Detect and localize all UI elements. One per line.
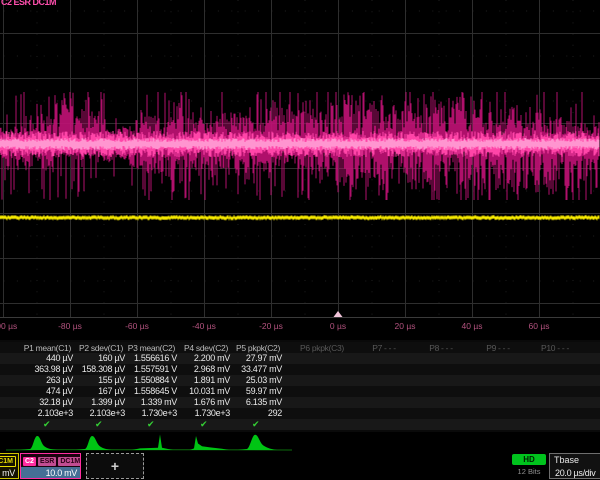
parameter-header-inactive[interactable]: P8 - - - [411,343,471,353]
time-axis-label: -20 µs [259,321,283,331]
histicon-row [0,431,300,452]
add-trace-button[interactable]: + [86,453,144,479]
timebase-scale: 20.0 µs/div [550,467,600,479]
measurement-value: 59.97 mV [220,386,282,396]
c2-coupling-badge: DC1M [58,457,81,466]
trigger-time-marker [334,311,343,317]
descriptor-bar: DC1M 50.0 mV C2 ESR DC1M 10.0 mV + HD 12… [0,452,600,480]
measurement-value: 27.97 mV [220,353,282,363]
c2-scale-value: 10.0 mV [21,467,80,479]
timebase-box[interactable]: Tbase 20.0 µs/div [549,453,600,479]
parameter-header-inactive[interactable]: P9 - - - [468,343,528,353]
parameter-header-inactive[interactable]: P10 - - - [525,343,585,353]
measurement-value: 292 [220,408,282,418]
hd-bits-label: 12 Bits [510,467,548,476]
status-check-icon: ✔ [147,420,155,430]
parameter-header[interactable]: P5 pkpk(C2) [218,343,280,353]
timebase-label: Tbase [550,454,600,467]
histicon[interactable] [76,436,112,450]
c2-descriptor-box[interactable]: C2 ESR DC1M 10.0 mV [20,453,81,479]
status-check-icon: ✔ [200,420,208,430]
time-axis-label: -60 µs [125,321,149,331]
time-axis-label: -100 µs [0,321,17,331]
time-axis-label: -40 µs [192,321,216,331]
c1-coupling-badge: DC1M [0,456,16,467]
table-row-stripe [0,419,600,430]
measurement-table: P1 mean(C1)P2 sdev(C1)P3 mean(C2)P4 sdev… [0,340,600,432]
c1-descriptor-box[interactable]: DC1M 50.0 mV [0,453,19,479]
status-check-icon: ✔ [252,420,260,430]
histicon[interactable] [20,436,57,450]
waveform-display: -100 µs -80 µs -60 µs -40 µs -20 µs 0 µs 20 µs… [0,0,600,332]
measurement-value: 6.135 mV [220,397,282,407]
parameter-header-inactive[interactable]: P7 - - - [354,343,414,353]
hd-badge: HD [512,454,546,465]
status-check-icon: ✔ [95,420,103,430]
time-axis-label: -80 µs [58,321,82,331]
histicon[interactable] [238,435,277,450]
histicon[interactable] [132,435,173,451]
time-axis-label: 20 µs [395,321,416,331]
time-axis-label: 40 µs [462,321,483,331]
time-axis-label: 0 µs [330,321,346,331]
time-axis-label: 60 µs [529,321,550,331]
oscilloscope-screen: -100 µs -80 µs -60 µs -40 µs -20 µs 0 µs 20 µs… [0,0,600,480]
status-check-icon: ✔ [43,420,51,430]
c2-channel-badge: C2 [23,457,36,466]
measurement-value: 33.477 mV [220,364,282,374]
trace-label: C2 ESR DC1M [1,0,56,7]
histicon[interactable] [190,436,229,450]
c1-scale-value: 50.0 mV [0,467,18,479]
measurement-value: 25.03 mV [220,375,282,385]
parameter-header-inactive[interactable]: P6 pkpk(C3) [292,343,352,353]
plus-icon: + [111,459,119,473]
c2-esr-badge: ESR [38,457,56,466]
